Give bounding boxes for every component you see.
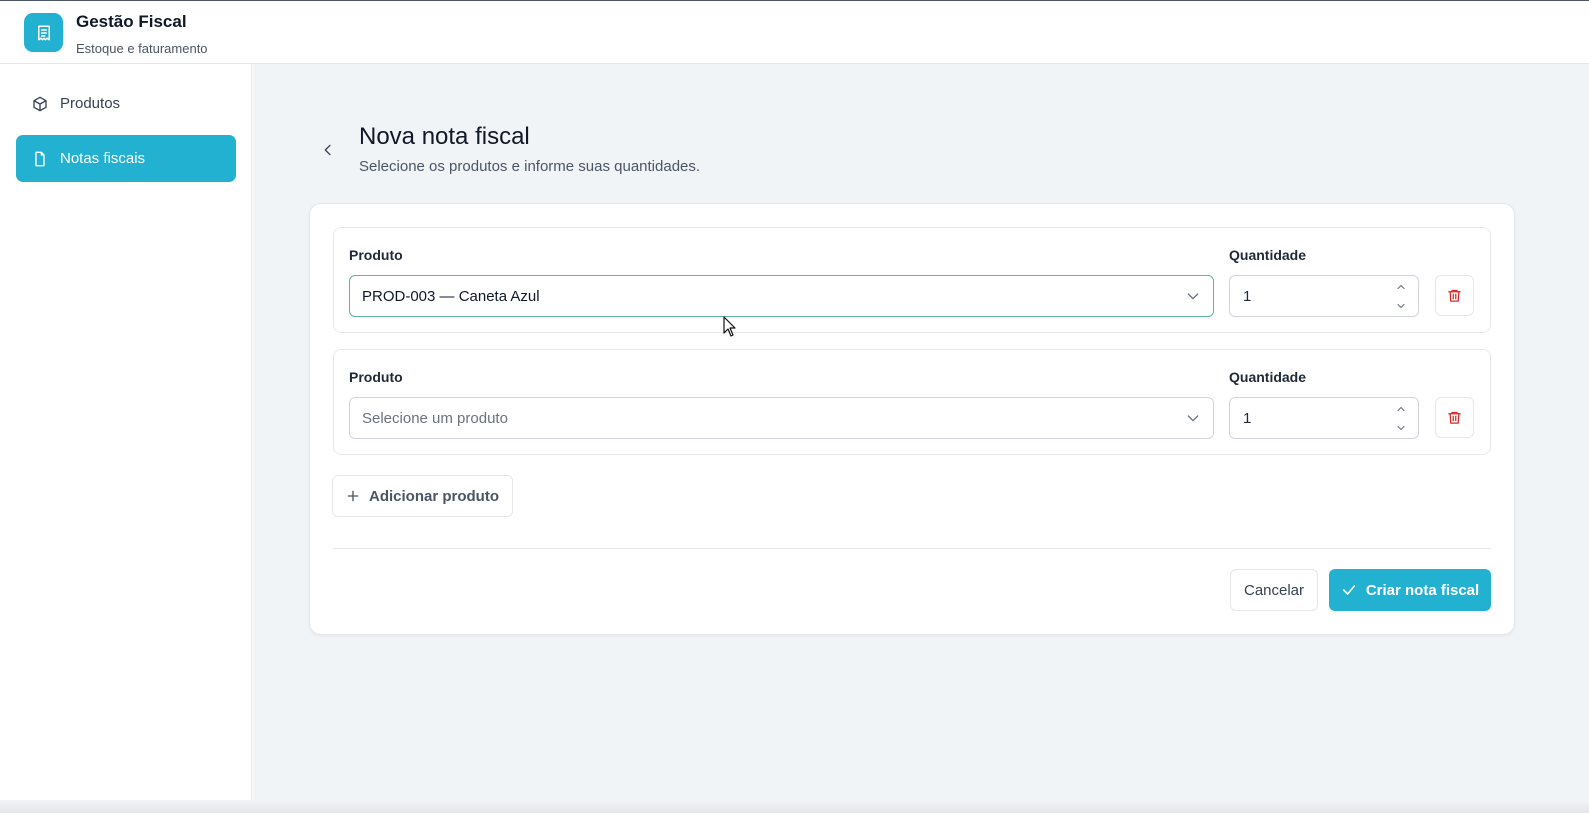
- back-button[interactable]: [313, 135, 343, 165]
- create-invoice-label: Criar nota fiscal: [1365, 581, 1480, 599]
- receipt-icon: [24, 13, 63, 52]
- product-select-value: PROD-003 — Caneta Azul: [362, 287, 540, 305]
- chevron-up-icon[interactable]: [1394, 281, 1408, 293]
- delete-row-button[interactable]: [1435, 275, 1474, 316]
- create-invoice-button[interactable]: Criar nota fiscal: [1329, 569, 1491, 611]
- quantity-value: 1: [1243, 409, 1252, 427]
- chevron-down-icon[interactable]: [1394, 300, 1408, 312]
- chevron-left-icon: [324, 144, 331, 156]
- delete-row-button[interactable]: [1435, 397, 1474, 438]
- chevron-up-icon[interactable]: [1394, 403, 1408, 415]
- chevron-down-icon: [1187, 415, 1199, 422]
- quantity-input[interactable]: 1: [1229, 275, 1419, 317]
- app-title: Gestão Fiscal: [76, 12, 187, 31]
- product-label: Produto: [349, 369, 403, 385]
- mouse-cursor-icon: [723, 316, 736, 337]
- chevron-down-icon[interactable]: [1394, 422, 1408, 434]
- quantity-value: 1: [1243, 287, 1252, 305]
- form-divider: [333, 548, 1491, 549]
- sidebar-item-notas-fiscais[interactable]: Notas fiscais: [16, 135, 236, 182]
- page-title: Nova nota fiscal: [359, 123, 530, 150]
- sidebar-item-produtos[interactable]: Produtos: [16, 80, 236, 127]
- product-label: Produto: [349, 247, 403, 263]
- product-select[interactable]: PROD-003 — Caneta Azul: [349, 275, 1214, 317]
- window-bottom-edge: [0, 800, 1589, 813]
- sidebar-item-label: Produtos: [60, 95, 121, 112]
- app-subtitle: Estoque e faturamento: [76, 41, 208, 56]
- page-subtitle: Selecione os produtos e informe suas qua…: [359, 158, 701, 175]
- chevron-down-icon: [1187, 293, 1199, 300]
- sidebar-item-label: Notas fiscais: [60, 150, 146, 167]
- product-select-placeholder: Selecione um produto: [362, 409, 508, 427]
- quantity-label: Quantidade: [1229, 369, 1307, 385]
- cancel-button[interactable]: Cancelar: [1230, 569, 1318, 611]
- add-product-button[interactable]: Adicionar produto: [332, 475, 513, 517]
- plus-icon: [345, 488, 361, 504]
- app-header: Gestão Fiscal Estoque e faturamento: [0, 1, 1589, 64]
- sidebar: Produtos Notas fiscais: [0, 64, 252, 800]
- trash-icon: [1448, 411, 1461, 424]
- package-icon: [32, 96, 48, 112]
- file-icon: [32, 151, 48, 167]
- cancel-label: Cancelar: [1243, 581, 1305, 599]
- product-select[interactable]: Selecione um produto: [349, 397, 1214, 439]
- quantity-label: Quantidade: [1229, 247, 1307, 263]
- quantity-input[interactable]: 1: [1229, 397, 1419, 439]
- check-icon: [1341, 582, 1357, 598]
- trash-icon: [1448, 289, 1461, 302]
- add-product-label: Adicionar produto: [369, 487, 499, 505]
